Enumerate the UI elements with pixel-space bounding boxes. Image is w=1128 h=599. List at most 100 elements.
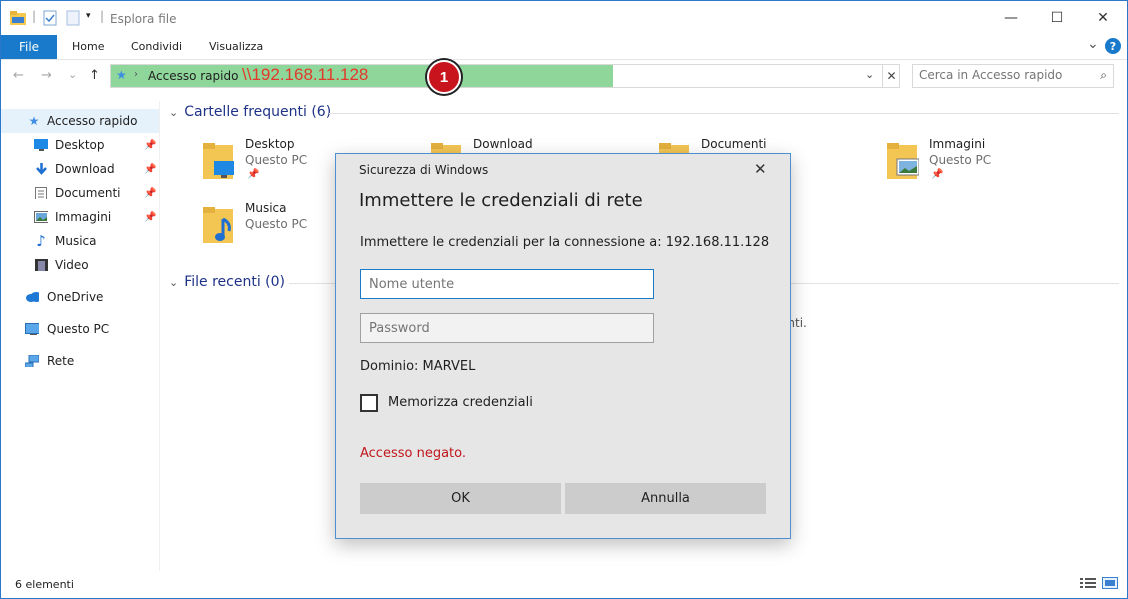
help-icon[interactable]: ?	[1105, 38, 1121, 54]
collapse-chevron-icon[interactable]: ⌄	[169, 106, 178, 119]
folder-tile-pictures[interactable]: Immagini Questo PC 📌	[885, 137, 1095, 197]
video-icon	[35, 259, 48, 271]
network-icon	[25, 355, 39, 367]
windows-security-dialog: Sicurezza di Windows ✕ Immettere le cred…	[335, 153, 791, 539]
window-title: Esplora file	[110, 12, 177, 26]
separator-bar: |	[100, 9, 105, 23]
sidebar-item-label: Download	[55, 162, 115, 176]
status-item-count: 6 elementi	[15, 578, 74, 591]
star-icon: ★	[28, 114, 40, 128]
pictures-folder-icon	[887, 143, 919, 179]
download-icon	[36, 163, 47, 175]
password-input[interactable]	[360, 313, 654, 343]
tab-view[interactable]: Visualizza	[209, 40, 263, 53]
tab-file[interactable]: File	[1, 35, 57, 59]
remember-credentials-label[interactable]: Memorizza credenziali	[388, 395, 533, 410]
large-icons-view-icon[interactable]	[1102, 577, 1118, 589]
search-input[interactable]	[913, 65, 1089, 85]
pin-icon: 📌	[247, 169, 260, 180]
explorer-folder-icon[interactable]	[9, 10, 27, 26]
sidebar-item-download[interactable]: Download 📌	[1, 157, 159, 181]
forward-icon[interactable]: →	[41, 68, 52, 83]
details-view-icon[interactable]	[1080, 577, 1096, 589]
address-bar[interactable]: ★ › Accesso rapido \\192.168.11.128 ⌄ ✕	[110, 64, 900, 88]
navigation-pane: ★ Accesso rapido Desktop 📌 Download 📌 Do…	[1, 101, 160, 571]
address-dropdown-icon[interactable]: ⌄	[865, 68, 874, 81]
properties-icon[interactable]	[43, 10, 57, 26]
username-input[interactable]	[360, 269, 654, 299]
ribbon-tabs: File Home Condividi Visualizza ⌄ ?	[1, 35, 1127, 60]
domain-label: Dominio: MARVEL	[360, 359, 476, 374]
customize-toolbar-icon[interactable]: ▾	[86, 11, 91, 21]
file-explorer-window: | ▾ | Esplora file — ☐ ✕ File Home Condi…	[0, 0, 1128, 599]
folder-location: Questo PC	[245, 217, 308, 231]
sidebar-item-label: Questo PC	[47, 322, 110, 336]
section-title: File recenti (0)	[184, 274, 286, 290]
sidebar-item-label: OneDrive	[47, 290, 104, 304]
desktop-icon	[34, 139, 48, 151]
folder-name: Desktop	[245, 137, 295, 151]
pin-icon: 📌	[144, 187, 157, 199]
separator-bar: |	[32, 9, 37, 23]
section-frequent-folders[interactable]: ⌄ Cartelle frequenti (6)	[169, 104, 331, 120]
sidebar-item-label: Desktop	[55, 138, 105, 152]
collapse-chevron-icon[interactable]: ⌄	[169, 276, 178, 289]
dialog-title: Sicurezza di Windows	[359, 163, 489, 177]
sidebar-item-documents[interactable]: Documenti 📌	[1, 181, 159, 205]
new-folder-icon[interactable]	[66, 10, 80, 26]
computer-icon	[25, 323, 39, 335]
pin-icon: 📌	[144, 211, 157, 223]
sidebar-item-desktop[interactable]: Desktop 📌	[1, 133, 159, 157]
annotation-badge-1: 1	[427, 60, 461, 94]
sidebar-item-video[interactable]: Video	[1, 253, 159, 277]
star-icon: ★	[116, 68, 127, 82]
sidebar-item-label: Accesso rapido	[47, 114, 138, 128]
tab-home[interactable]: Home	[72, 40, 104, 53]
up-icon[interactable]: ↑	[89, 68, 100, 83]
sidebar-item-music[interactable]: ♪ Musica	[1, 229, 159, 253]
folder-name: Documenti	[701, 137, 767, 151]
tab-share[interactable]: Condividi	[131, 40, 182, 53]
back-icon[interactable]: ←	[13, 68, 24, 83]
search-box[interactable]: ⌕	[912, 64, 1114, 88]
sidebar-item-label: Musica	[55, 234, 97, 248]
ok-button[interactable]: OK	[360, 483, 561, 514]
dialog-message: Immettere le credenziali per la connessi…	[360, 235, 770, 250]
pin-icon: 📌	[144, 139, 157, 151]
desktop-folder-icon	[203, 143, 234, 179]
breadcrumb-separator: ›	[134, 69, 138, 80]
cancel-button[interactable]: Annulla	[565, 483, 766, 514]
pin-icon: 📌	[144, 163, 157, 175]
close-button[interactable]: ✕	[1080, 1, 1126, 35]
sidebar-item-onedrive[interactable]: OneDrive	[1, 285, 159, 309]
dialog-heading: Immettere le credenziali di rete	[359, 190, 643, 211]
minimize-button[interactable]: —	[988, 1, 1034, 35]
remember-credentials-checkbox[interactable]	[360, 394, 378, 412]
typed-network-path[interactable]: \\192.168.11.128	[242, 65, 368, 85]
navigation-bar: ← → ⌄ ↑ ★ › Accesso rapido \\192.168.11.…	[1, 59, 1127, 94]
section-recent-files[interactable]: ⌄ File recenti (0)	[169, 274, 285, 290]
folder-name: Musica	[245, 201, 287, 215]
title-bar: | ▾ | Esplora file — ☐ ✕	[1, 1, 1127, 35]
sidebar-item-quick-access[interactable]: ★ Accesso rapido	[1, 109, 159, 133]
folder-name: Immagini	[929, 137, 986, 151]
breadcrumb-quick-access[interactable]: Accesso rapido	[148, 69, 238, 83]
close-icon[interactable]: ✕	[754, 160, 767, 178]
clear-address-icon[interactable]: ✕	[882, 65, 900, 87]
search-icon[interactable]: ⌕	[1100, 68, 1107, 83]
recent-locations-icon[interactable]: ⌄	[68, 68, 77, 81]
expand-ribbon-icon[interactable]: ⌄	[1087, 36, 1099, 52]
sidebar-item-label: Immagini	[55, 210, 112, 224]
section-divider	[329, 113, 1119, 114]
sidebar-item-network[interactable]: Rete	[1, 349, 159, 373]
folder-location: Questo PC	[929, 153, 992, 167]
sidebar-item-this-pc[interactable]: Questo PC	[1, 317, 159, 341]
vertical-scrollbar[interactable]	[1120, 93, 1127, 571]
sidebar-item-label: Documenti	[55, 186, 121, 200]
cloud-icon	[26, 292, 39, 302]
maximize-icon: ☐	[1050, 10, 1064, 26]
music-icon: ♪	[36, 232, 46, 250]
sidebar-item-label: Rete	[47, 354, 75, 368]
maximize-button[interactable]: ☐	[1034, 1, 1080, 35]
sidebar-item-pictures[interactable]: Immagini 📌	[1, 205, 159, 229]
